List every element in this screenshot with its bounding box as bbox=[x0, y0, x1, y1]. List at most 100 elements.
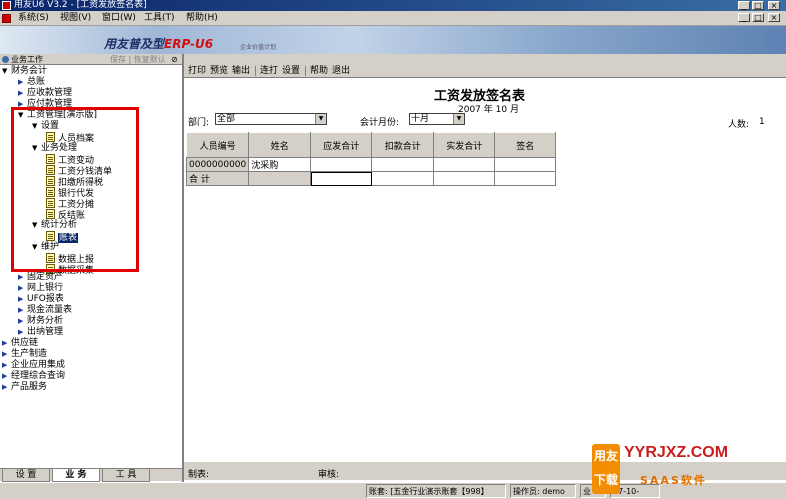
panel-icon bbox=[2, 56, 9, 63]
collapsed-arrow-icon: ▶ bbox=[18, 317, 24, 325]
tree-node[interactable]: ▶ UFO报表 bbox=[18, 294, 64, 305]
month-select[interactable]: 十月 ▼ bbox=[409, 113, 465, 125]
table-cell[interactable]: 沈采购 bbox=[248, 157, 312, 172]
collapsed-arrow-icon: ▶ bbox=[2, 372, 8, 380]
report-period: 2007 年 10 月 bbox=[458, 105, 519, 115]
pin-icon[interactable]: ⊘ bbox=[171, 54, 178, 65]
collapsed-arrow-icon: ▶ bbox=[18, 89, 24, 97]
maker-label: 制表: bbox=[188, 470, 210, 480]
mdi-minimize-button[interactable]: _ bbox=[738, 13, 750, 22]
tree-node[interactable]: ▶ 供应链 bbox=[2, 338, 38, 349]
toolbar-separator bbox=[305, 66, 306, 76]
table-cell[interactable] bbox=[494, 157, 557, 172]
menu-system[interactable]: 系统(S) bbox=[18, 12, 49, 25]
dept-select[interactable]: 全部 ▼ bbox=[215, 113, 327, 125]
report-window-strip bbox=[184, 54, 786, 64]
title-bar: 用友U6 V3.2 - [工资发放签名表] _ □ × bbox=[0, 0, 786, 11]
tree-node[interactable]: ▶ 总账 bbox=[18, 77, 45, 88]
batch-print-button[interactable]: 连打 bbox=[260, 64, 278, 78]
tree-node[interactable]: ▶ 财务分析 bbox=[18, 316, 63, 327]
help-button[interactable]: 帮助 bbox=[310, 64, 328, 78]
status-operator: 操作员: demo bbox=[510, 484, 576, 498]
watermark-url: YYRJXZ.COM bbox=[624, 444, 729, 461]
column-header: 实发合计 bbox=[433, 132, 496, 158]
tab-business[interactable]: 业 务 bbox=[52, 469, 100, 482]
menu-help[interactable]: 帮助(H) bbox=[186, 12, 218, 25]
column-header: 签名 bbox=[494, 132, 557, 158]
collapsed-arrow-icon: ▶ bbox=[2, 383, 8, 391]
dept-value: 全部 bbox=[217, 114, 236, 124]
tree-node[interactable]: ▶ 生产制造 bbox=[2, 349, 47, 360]
collapsed-arrow-icon: ▶ bbox=[18, 328, 24, 336]
tree-node[interactable]: ▶ 固定资产 bbox=[18, 272, 63, 283]
maximize-button[interactable]: □ bbox=[752, 1, 764, 10]
column-header: 人员编号 bbox=[185, 132, 250, 158]
tree-node[interactable]: ▶ 经理综合查询 bbox=[2, 371, 65, 382]
column-header: 扣款合计 bbox=[371, 132, 435, 158]
column-header: 应发合计 bbox=[310, 132, 373, 158]
collapsed-arrow-icon: ▶ bbox=[18, 273, 24, 281]
logo-text: 用友普及型 bbox=[104, 37, 165, 51]
panel-header: 业务工作 保存 | 恢复默认 ⊘ bbox=[0, 54, 182, 65]
tree-node[interactable]: ▶ 企业应用集成 bbox=[2, 360, 65, 371]
column-header: 姓名 bbox=[248, 132, 312, 158]
table-cell[interactable]: 0000000000 bbox=[185, 157, 250, 172]
tree-node[interactable]: ▶ 网上银行 bbox=[18, 283, 63, 294]
exit-button[interactable]: 退出 bbox=[332, 64, 350, 78]
window-title: 用友U6 V3.2 - [工资发放签名表] bbox=[14, 0, 147, 10]
headcount-value: 1 bbox=[759, 117, 765, 127]
product-logo: 用友普及型ERP-U6 bbox=[104, 35, 213, 52]
mdi-close-button[interactable]: × bbox=[768, 13, 780, 22]
document-icon bbox=[2, 14, 11, 23]
chevron-down-icon[interactable]: ▼ bbox=[315, 114, 326, 124]
mdi-restore-button[interactable]: □ bbox=[752, 13, 764, 22]
table-cell[interactable]: 合 计 bbox=[185, 171, 250, 186]
print-button[interactable]: 打印 bbox=[188, 64, 206, 78]
tab-settings[interactable]: 设 置 bbox=[2, 469, 50, 482]
minimize-button[interactable]: _ bbox=[738, 1, 750, 10]
table-cell[interactable] bbox=[433, 157, 496, 172]
collapsed-arrow-icon: ▶ bbox=[18, 284, 24, 292]
panel-tabs: 设 置 业 务 工 具 bbox=[0, 468, 182, 482]
settings-button[interactable]: 设置 bbox=[282, 64, 300, 78]
export-button[interactable]: 输出 bbox=[232, 64, 250, 78]
collapsed-arrow-icon: ▶ bbox=[18, 78, 24, 86]
watermark-subtitle: SAAS软件 bbox=[640, 474, 707, 487]
report-grid: 人员编号 姓名 应发合计 扣款合计 实发合计 签名 0000000000 沈采购… bbox=[185, 132, 557, 186]
app-icon bbox=[2, 1, 11, 10]
tree-node[interactable]: ▶ 现金流量表 bbox=[18, 305, 72, 316]
collapsed-arrow-icon: ▶ bbox=[2, 361, 8, 369]
month-value: 十月 bbox=[411, 114, 430, 124]
month-label: 会计月份: bbox=[360, 118, 400, 128]
table-cell[interactable] bbox=[371, 171, 435, 186]
menu-window[interactable]: 窗口(W) bbox=[102, 12, 136, 25]
site-watermark: 用友下载 YYRJXZ.COM SAAS软件 bbox=[584, 440, 786, 499]
status-account: 账套: [五金行业演示账套【998】 bbox=[366, 484, 506, 498]
tab-tools[interactable]: 工 具 bbox=[102, 469, 150, 482]
report-window: 打印 预览 输出 连打 设置 帮助 退出 工资发放签名表 2007 年 10 月… bbox=[182, 54, 786, 482]
table-cell[interactable] bbox=[310, 157, 373, 172]
tree-node[interactable]: ▶ 应收款管理 bbox=[18, 88, 72, 99]
total-row: 合 计 bbox=[185, 171, 557, 186]
table-cell[interactable] bbox=[433, 171, 496, 186]
table-cell[interactable] bbox=[494, 171, 557, 186]
tree-node[interactable]: ▶ 出纳管理 bbox=[18, 327, 63, 338]
table-cell[interactable] bbox=[310, 171, 373, 186]
menu-view[interactable]: 视图(V) bbox=[60, 12, 91, 25]
close-button[interactable]: × bbox=[768, 1, 780, 10]
headcount-label: 人数: bbox=[728, 120, 750, 130]
tree-node[interactable]: ▼ 财务会计 bbox=[2, 66, 47, 77]
chevron-down-icon[interactable]: ▼ bbox=[453, 114, 464, 124]
collapsed-arrow-icon: ▶ bbox=[18, 306, 24, 314]
preview-button[interactable]: 预览 bbox=[210, 64, 228, 78]
panel-save-reset-links[interactable]: 保存 | 恢复默认 bbox=[110, 54, 166, 65]
menu-tools[interactable]: 工具(T) bbox=[144, 12, 175, 25]
table-cell[interactable] bbox=[371, 157, 435, 172]
table-row: 0000000000 沈采购 bbox=[185, 157, 557, 172]
collapsed-arrow-icon: ▶ bbox=[18, 295, 24, 303]
logo-erp-text: ERP-U6 bbox=[164, 37, 214, 51]
grid-header-row: 人员编号 姓名 应发合计 扣款合计 实发合计 签名 bbox=[185, 132, 557, 158]
tree-node[interactable]: ▶ 产品服务 bbox=[2, 382, 47, 393]
table-cell[interactable] bbox=[248, 171, 312, 186]
menu-bar: 系统(S) 视图(V) 窗口(W) 工具(T) 帮助(H) _ □ × bbox=[0, 11, 786, 26]
